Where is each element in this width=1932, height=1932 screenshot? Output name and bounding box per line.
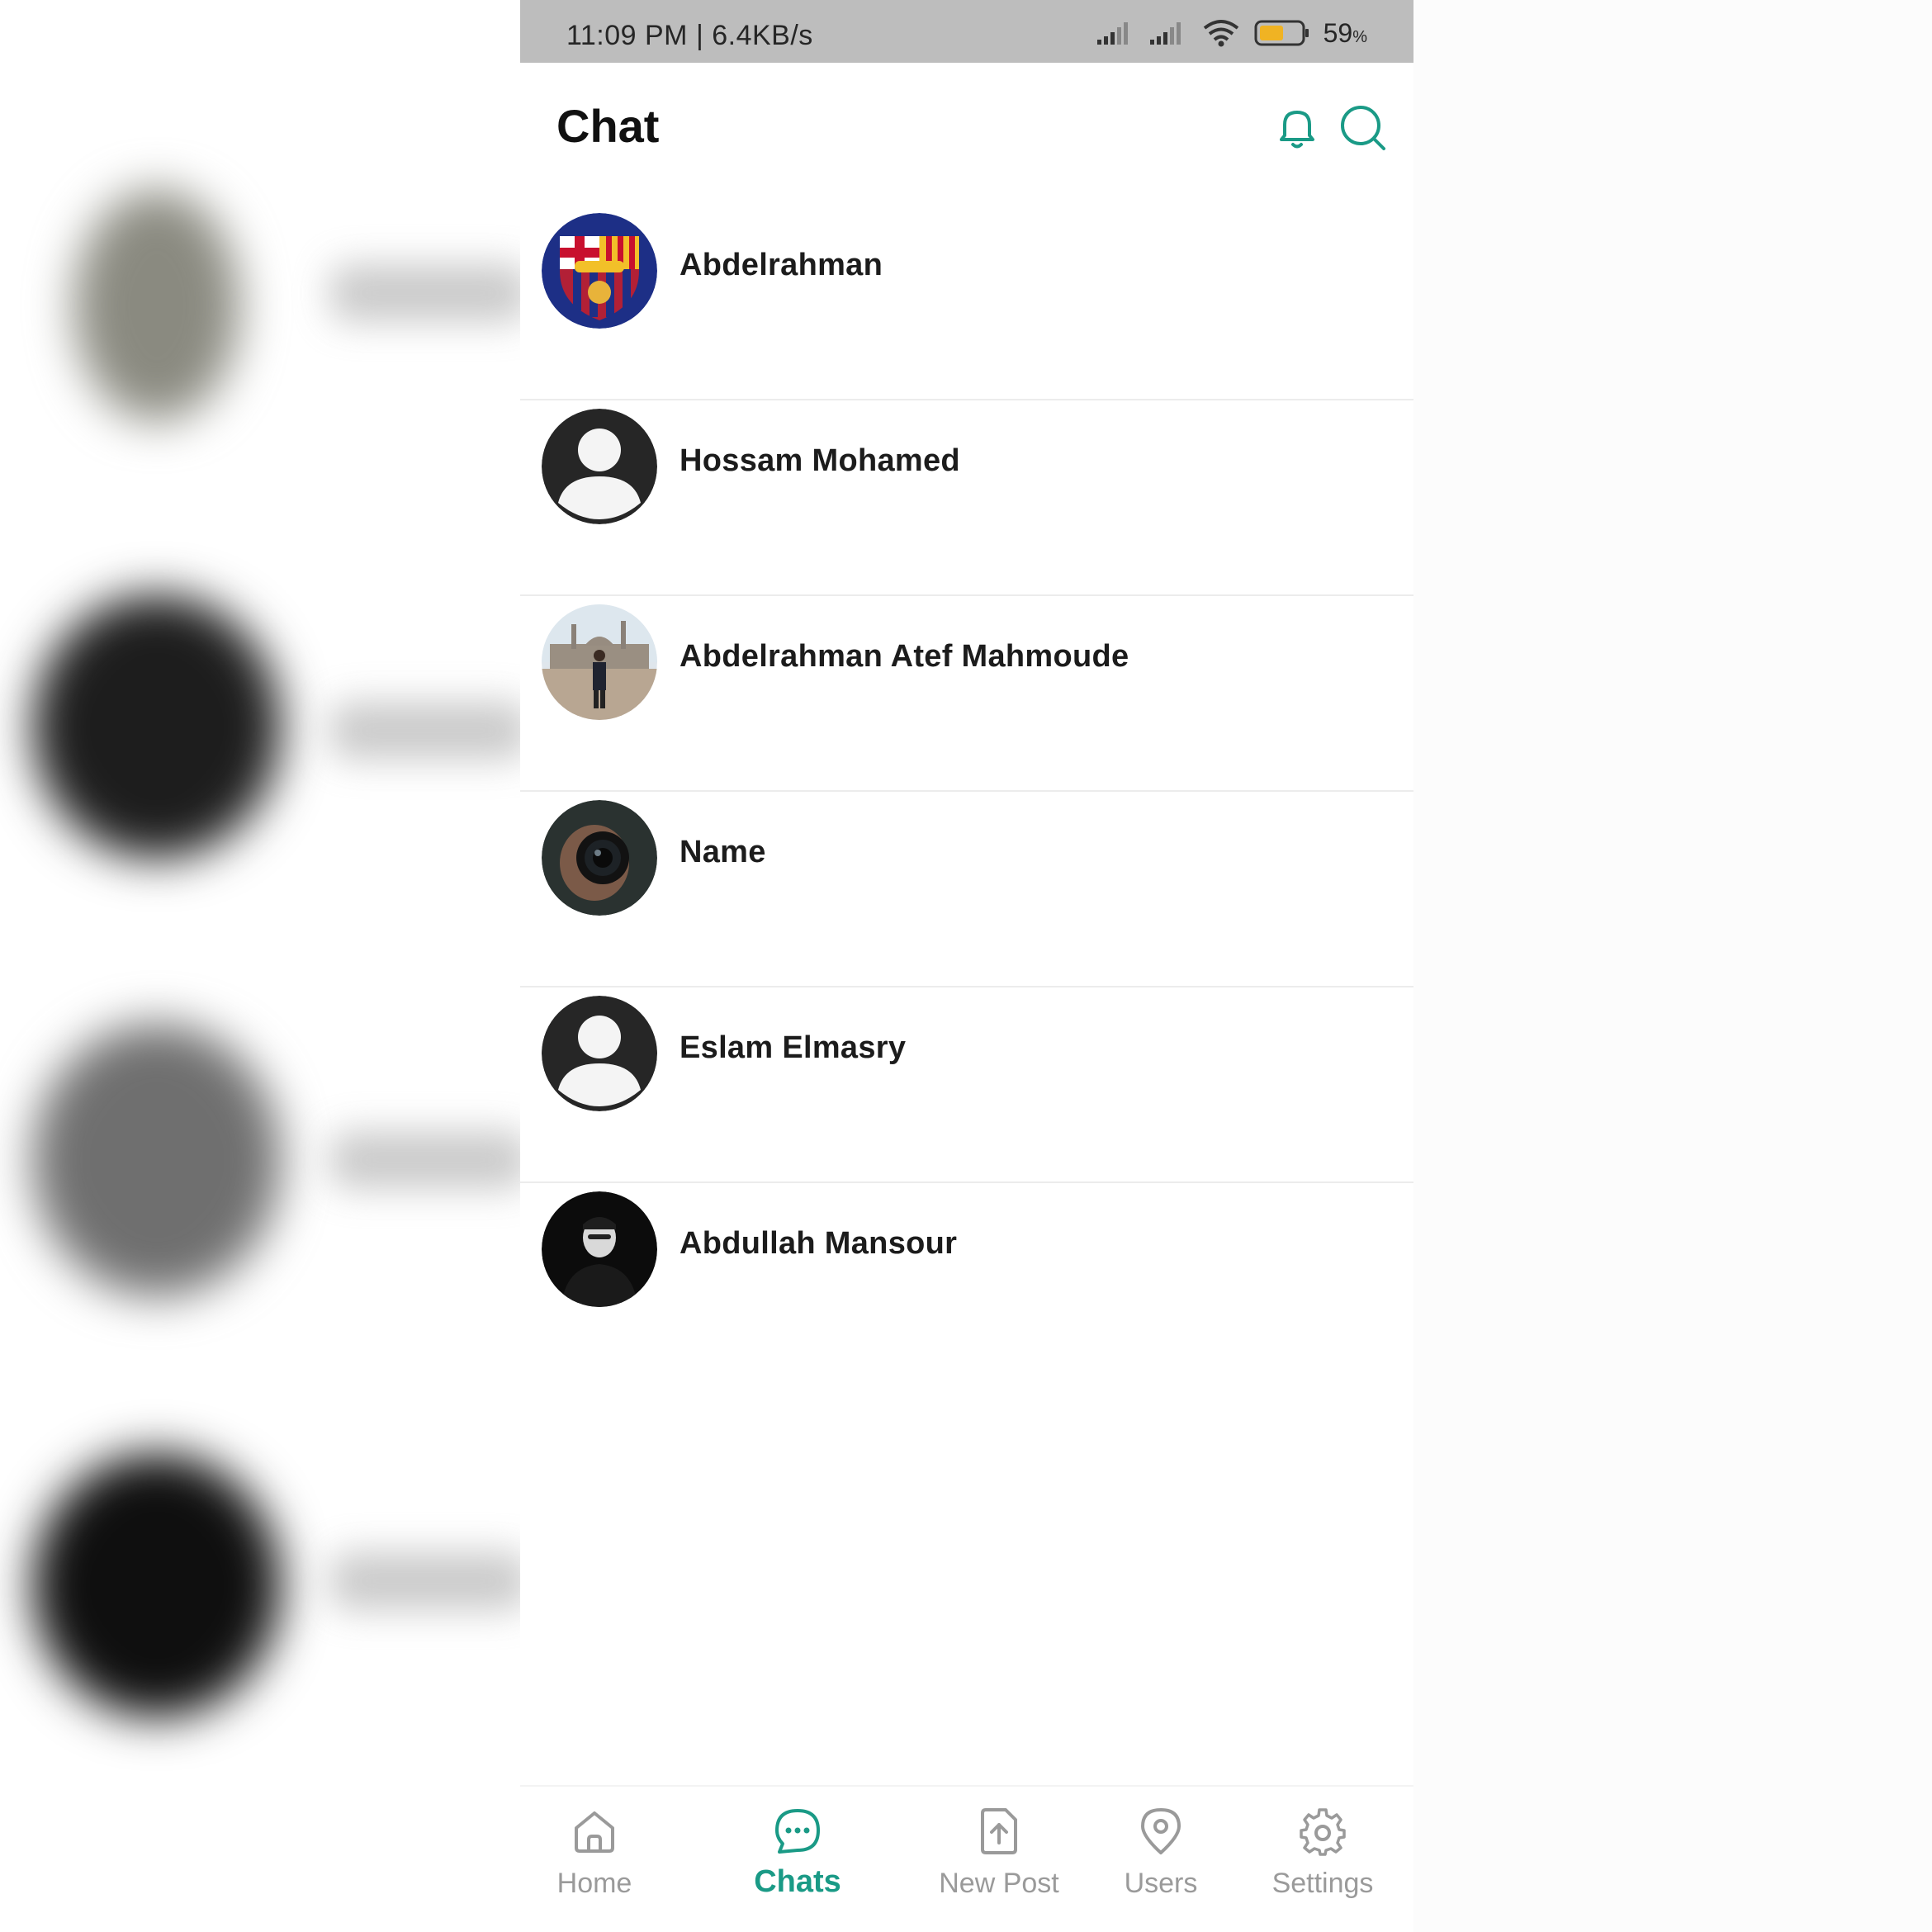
status-icons: 59% [1096,17,1367,50]
background-right [1413,0,1932,1932]
location-pin-icon [1087,1807,1235,1856]
blurred-background [0,0,520,1932]
chat-list-item[interactable]: Hossam Mohamed [520,400,1413,596]
camera-lens-avatar [542,800,657,916]
default-user-avatar [542,409,657,524]
chat-contact-name: Abdelrahman Atef Mahmoude [680,639,1129,674]
bottom-navigation: Home Chats New Post Users Settings [520,1785,1413,1932]
nav-new-post-label: New Post [939,1868,1059,1899]
wifi-icon [1201,18,1241,48]
chat-contact-name: Hossam Mohamed [680,443,960,478]
upload-file-icon [925,1807,1073,1856]
chat-contact-name: Abdelrahman [680,248,883,282]
chat-contact-name: Name [680,835,766,869]
chat-contact-name: Eslam Elmasry [680,1030,907,1065]
chat-list: Abdelrahman Hossam Mohamed Abdelrahman A… [520,205,1413,1379]
chat-list-item[interactable]: Abdullah Mansour [520,1183,1413,1379]
battery-percentage: 59% [1323,17,1367,48]
photo-avatar [542,1191,657,1307]
nav-home-label: Home [556,1868,632,1899]
nav-users[interactable]: Users [1087,1807,1235,1900]
nav-chats[interactable]: Chats [723,1807,872,1900]
home-icon [520,1807,669,1856]
chat-contact-name: Abdullah Mansour [680,1226,958,1261]
status-bar: 11:09 PM | 6.4KB/s 59% [520,0,1413,63]
bell-icon[interactable] [1271,102,1323,154]
nav-home[interactable]: Home [520,1807,669,1900]
status-time: 11:09 PM | 6.4KB/s [566,20,813,51]
signal-icon [1096,20,1135,46]
chat-list-item[interactable]: Abdelrahman [520,205,1413,400]
default-user-avatar [542,996,657,1111]
photo-avatar [542,604,657,720]
nav-chats-label: Chats [754,1864,841,1899]
chat-list-item[interactable]: Eslam Elmasry [520,987,1413,1183]
gear-icon [1248,1807,1397,1856]
nav-settings-label: Settings [1271,1868,1374,1899]
chat-list-item[interactable]: Name [520,792,1413,987]
nav-users-label: Users [1124,1868,1198,1899]
chat-list-item[interactable]: Abdelrahman Atef Mahmoude [520,596,1413,792]
battery-icon [1254,19,1310,47]
chat-bubble-icon [723,1807,872,1856]
nav-new-post[interactable]: New Post [925,1807,1073,1900]
page-title: Chat [556,100,660,152]
search-icon[interactable] [1338,102,1389,154]
signal-icon [1148,20,1188,46]
club-crest-avatar [542,213,657,329]
phone-screen: 11:09 PM | 6.4KB/s 59% Chat Abdelrahman … [520,0,1413,1932]
app-header: Chat [520,63,1413,195]
nav-settings[interactable]: Settings [1248,1807,1397,1900]
